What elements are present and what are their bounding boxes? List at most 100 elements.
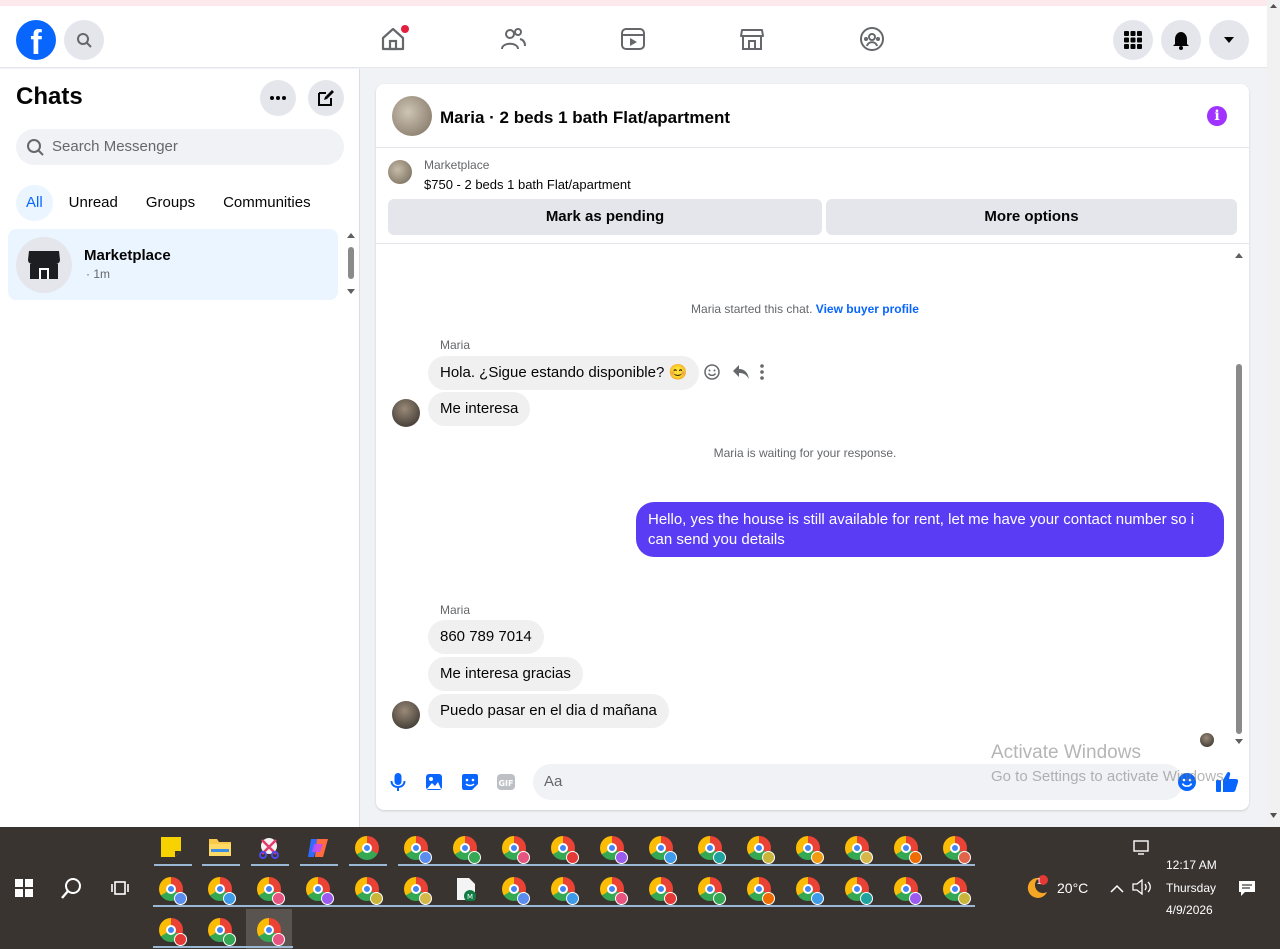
windows-start-icon[interactable] xyxy=(14,878,40,904)
network-icon[interactable] xyxy=(1132,839,1152,857)
chrome-profile-icon[interactable] xyxy=(894,836,922,864)
chrome-profile-icon[interactable] xyxy=(208,918,236,946)
clock-date[interactable]: 4/9/2026 xyxy=(1166,903,1213,917)
chrome-profile-icon[interactable] xyxy=(796,877,824,905)
chrome-profile-icon[interactable] xyxy=(502,836,530,864)
chrome-profile-icon[interactable] xyxy=(306,877,334,905)
task-view-icon[interactable] xyxy=(110,878,136,904)
reply-icon[interactable] xyxy=(732,364,749,380)
chrome-profile-icon[interactable] xyxy=(747,877,775,905)
outgoing-message[interactable]: Hello, yes the house is still available … xyxy=(636,502,1224,557)
home-notification-dot xyxy=(401,25,409,33)
more-options-icon[interactable] xyxy=(260,80,296,116)
more-options-button[interactable]: More options xyxy=(826,199,1237,235)
incoming-message[interactable]: Hola. ¿Sigue estando disponible? 😊 xyxy=(428,356,700,390)
weather-temperature[interactable]: 20°C xyxy=(1057,880,1088,896)
copilot-icon[interactable] xyxy=(306,836,332,862)
gif-icon[interactable]: GIF xyxy=(496,772,516,792)
filter-groups[interactable]: Groups xyxy=(134,185,207,221)
chrome-profile-icon[interactable] xyxy=(159,877,187,905)
maria-avatar[interactable] xyxy=(392,399,420,427)
video-icon[interactable] xyxy=(620,26,646,52)
incoming-message[interactable]: 860 789 7014 xyxy=(428,620,544,654)
chrome-profile-icon[interactable] xyxy=(257,918,285,946)
marketplace-icon[interactable] xyxy=(739,26,765,52)
photo-icon[interactable] xyxy=(424,772,444,792)
search-messenger-input[interactable]: Search Messenger xyxy=(16,129,344,165)
react-icon[interactable] xyxy=(704,364,720,380)
listing-avatar[interactable] xyxy=(392,96,432,136)
clock-time[interactable]: 12:17 AM xyxy=(1166,858,1217,872)
chrome-profile-icon[interactable] xyxy=(208,877,236,905)
chrome-profile-icon[interactable] xyxy=(943,877,971,905)
facebook-logo-icon[interactable]: f xyxy=(16,20,56,60)
chat-started-notice: Maria started this chat. View buyer prof… xyxy=(376,302,1234,316)
chrome-profile-icon[interactable] xyxy=(600,836,628,864)
running-indicator xyxy=(154,864,192,866)
listing-title[interactable]: $750 - 2 beds 1 bath Flat/apartment xyxy=(424,177,631,192)
view-buyer-profile-link[interactable]: View buyer profile xyxy=(816,302,919,316)
chrome-profile-icon[interactable] xyxy=(649,836,677,864)
document-app-icon[interactable]: M xyxy=(455,877,481,903)
watermark-line1: Activate Windows xyxy=(991,742,1141,763)
incoming-message[interactable]: Me interesa xyxy=(428,392,531,426)
chrome-profile-icon[interactable] xyxy=(845,836,873,864)
incoming-message[interactable]: Me interesa gracias xyxy=(428,657,583,691)
chrome-profile-icon[interactable] xyxy=(698,836,726,864)
chrome-profile-icon[interactable] xyxy=(159,918,187,946)
chrome-profile-icon[interactable] xyxy=(747,836,775,864)
filter-all[interactable]: All xyxy=(16,185,53,221)
chrome-profile-icon[interactable] xyxy=(698,877,726,905)
mark-as-pending-button[interactable]: Mark as pending xyxy=(388,199,822,235)
search-placeholder: Search Messenger xyxy=(52,138,178,155)
file-explorer-icon[interactable] xyxy=(208,836,234,862)
chrome-profile-icon[interactable] xyxy=(894,877,922,905)
conversation-title[interactable]: Maria · 2 beds 1 bath Flat/apartment xyxy=(440,108,730,128)
sticker-icon[interactable] xyxy=(460,772,480,792)
chrome-profile-icon[interactable] xyxy=(404,836,432,864)
bell-icon[interactable] xyxy=(1161,20,1201,60)
filter-communities[interactable]: Communities xyxy=(211,185,323,221)
chrome-profile-icon[interactable] xyxy=(943,836,971,864)
more-icon[interactable] xyxy=(760,364,776,380)
chrome-profile-icon[interactable] xyxy=(796,836,824,864)
microphone-icon[interactable] xyxy=(388,772,408,792)
maria-avatar[interactable] xyxy=(392,701,420,729)
chrome-profile-icon[interactable] xyxy=(551,877,579,905)
conversation-scrollbar[interactable] xyxy=(1233,252,1245,748)
chrome-icon[interactable] xyxy=(355,836,381,862)
account-chevron-icon[interactable] xyxy=(1209,20,1249,60)
sidebar-scrollbar[interactable] xyxy=(346,231,356,297)
chrome-profile-icon[interactable] xyxy=(453,836,481,864)
info-icon[interactable]: i xyxy=(1207,106,1227,126)
sender-name: Maria xyxy=(440,603,471,617)
tray-chevron-up-icon[interactable] xyxy=(1110,881,1126,895)
conversation-panel: Maria · 2 beds 1 bath Flat/apartment i M… xyxy=(376,84,1249,810)
friends-icon[interactable] xyxy=(500,26,526,52)
chrome-profile-icon[interactable] xyxy=(257,877,285,905)
new-message-icon[interactable] xyxy=(308,80,344,116)
chrome-profile-icon[interactable] xyxy=(404,877,432,905)
chrome-profile-icon[interactable] xyxy=(355,877,383,905)
menu-grid-icon[interactable] xyxy=(1113,20,1153,60)
running-indicator xyxy=(153,905,975,907)
volume-icon[interactable] xyxy=(1132,878,1152,896)
filter-unread[interactable]: Unread xyxy=(57,185,130,221)
chrome-profile-icon[interactable] xyxy=(502,877,530,905)
clock-day[interactable]: Thursday xyxy=(1166,881,1216,895)
snipping-tool-icon[interactable] xyxy=(257,836,283,862)
incoming-message[interactable]: Puedo pasar en el dia d mañana xyxy=(428,694,669,728)
notification-center-icon[interactable] xyxy=(1238,879,1256,897)
chrome-profile-icon[interactable] xyxy=(600,877,628,905)
page-scrollbar[interactable] xyxy=(1267,0,1280,827)
chrome-profile-icon[interactable] xyxy=(649,877,677,905)
chat-list-item[interactable]: Marketplace · 1m xyxy=(8,229,338,300)
listing-thumbnail[interactable] xyxy=(388,160,412,184)
chrome-profile-icon[interactable] xyxy=(551,836,579,864)
running-indicator xyxy=(300,864,338,866)
groups-icon[interactable] xyxy=(859,26,885,52)
chrome-profile-icon[interactable] xyxy=(845,877,873,905)
sticky-notes-icon[interactable] xyxy=(160,836,186,862)
taskbar-search-icon[interactable] xyxy=(61,877,87,903)
search-icon[interactable] xyxy=(64,20,104,60)
